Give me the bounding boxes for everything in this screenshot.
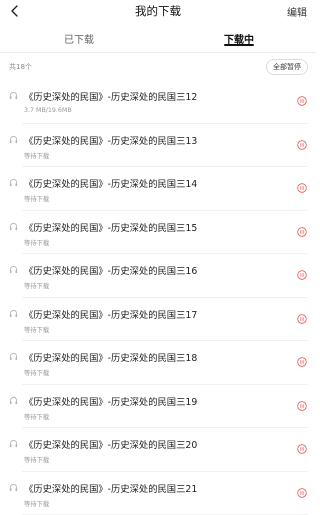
pause-circle-icon[interactable] (297, 314, 307, 324)
item-status: 等待下载 (24, 499, 49, 508)
item-title: 《历史深处的民国》-历史深处的民国三13 (24, 133, 197, 147)
page-title: 我的下载 (0, 3, 316, 19)
pause-circle-icon[interactable] (297, 357, 307, 367)
pause-circle-icon[interactable] (297, 183, 307, 193)
pause-circle-icon[interactable] (297, 140, 307, 150)
pause-circle-icon[interactable] (297, 227, 307, 237)
item-title: 《历史深处的民国》-历史深处的民国三14 (24, 176, 197, 190)
item-title: 《历史深处的民国》-历史深处的民国三15 (24, 220, 197, 234)
item-title: 《历史深处的民国》-历史深处的民国三12 (24, 89, 197, 103)
tab-bar: 已下载 下载中 (0, 24, 316, 53)
item-status: 等待下载 (24, 325, 49, 334)
list-item[interactable]: 《历史深处的民国》-历史深处的民国三17 等待下载 (0, 298, 316, 342)
headphones-icon (9, 439, 18, 448)
total-count: 共18个 (9, 62, 32, 72)
headphones-icon (9, 483, 18, 492)
list-item[interactable]: 《历史深处的民国》-历史深处的民国三12 3.7 MB/19.6MB (0, 80, 316, 124)
edit-button[interactable]: 编辑 (287, 4, 307, 19)
active-tab-indicator (224, 44, 254, 46)
item-title: 《历史深处的民国》-历史深处的民国三18 (24, 350, 197, 364)
item-title: 《历史深处的民国》-历史深处的民国三17 (24, 307, 197, 321)
item-status: 等待下载 (24, 151, 49, 160)
headphones-icon (9, 352, 18, 361)
pause-circle-icon[interactable] (297, 444, 307, 454)
list-item[interactable]: 《历史深处的民国》-历史深处的民国三15 等待下载 (0, 211, 316, 255)
pause-circle-icon[interactable] (297, 488, 307, 498)
item-status: 等待下载 (24, 412, 49, 421)
pause-circle-icon[interactable] (297, 270, 307, 280)
item-status: 等待下载 (24, 368, 49, 377)
headphones-icon (9, 265, 18, 274)
list-item[interactable]: 《历史深处的民国》-历史深处的民国三18 等待下载 (0, 341, 316, 385)
item-title: 《历史深处的民国》-历史深处的民国三20 (24, 437, 197, 451)
list-item[interactable]: 《历史深处的民国》-历史深处的民国三13 等待下载 (0, 124, 316, 168)
item-status: 等待下载 (24, 194, 49, 203)
pause-circle-icon[interactable] (297, 96, 307, 106)
list-item[interactable]: 《历史深处的民国》-历史深处的民国三16 等待下载 (0, 254, 316, 298)
pause-circle-icon[interactable] (297, 401, 307, 411)
list-item[interactable]: 《历史深处的民国》-历史深处的民国三20 等待下载 (0, 428, 316, 472)
list-item[interactable]: 《历史深处的民国》-历史深处的民国三19 等待下载 (0, 385, 316, 429)
download-list: 《历史深处的民国》-历史深处的民国三123.7 MB/19.6MB《历史深处的民… (0, 80, 316, 515)
headphones-icon (9, 309, 18, 318)
tab-downloaded[interactable]: 已下载 (52, 31, 106, 46)
headphones-icon (9, 222, 18, 231)
pause-all-button[interactable]: 全部暂停 (266, 59, 308, 75)
headphones-icon (9, 91, 18, 100)
item-status: 等待下载 (24, 238, 49, 247)
item-title: 《历史深处的民国》-历史深处的民国三19 (24, 394, 197, 408)
headphones-icon (9, 135, 18, 144)
list-item[interactable]: 《历史深处的民国》-历史深处的民国三21等待下载 (0, 472, 316, 515)
item-status: 等待下载 (24, 281, 49, 290)
item-status: 3.7 MB/19.6MB (24, 107, 72, 114)
headphones-icon (9, 396, 18, 405)
summary-bar: 共18个 全部暂停 (0, 53, 316, 78)
header-bar: 我的下载 编辑 (0, 0, 316, 24)
item-title: 《历史深处的民国》-历史深处的民国三16 (24, 263, 197, 277)
item-status: 等待下载 (24, 455, 49, 464)
headphones-icon (9, 178, 18, 187)
list-item[interactable]: 《历史深处的民国》-历史深处的民国三14 等待下载 (0, 167, 316, 211)
